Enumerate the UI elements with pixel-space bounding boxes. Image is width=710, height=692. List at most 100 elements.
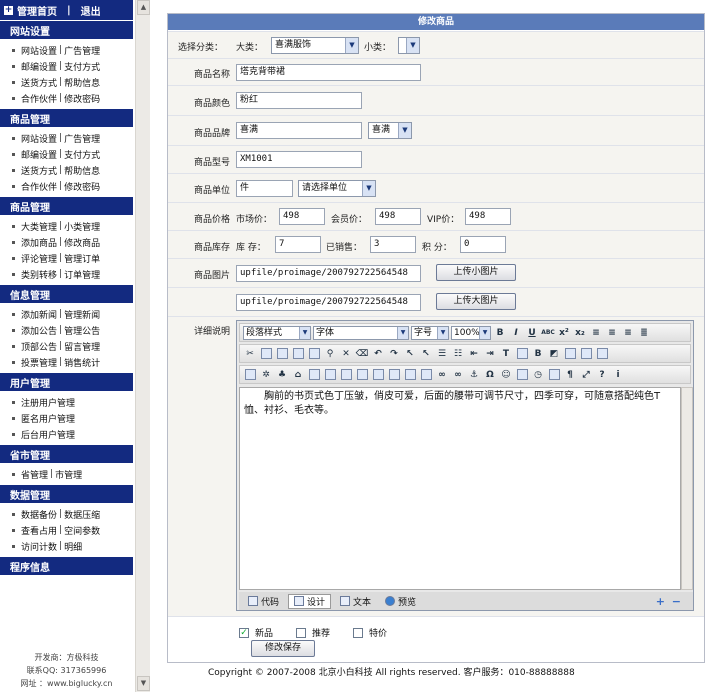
sidebar-link[interactable]: 省管理 [21, 468, 48, 481]
bullet-list-icon[interactable]: ☷ [451, 347, 465, 361]
help-icon[interactable]: ? [595, 368, 609, 382]
font-size-select[interactable]: 字号 ▼ [411, 325, 449, 340]
delete-icon[interactable]: ✕ [339, 347, 353, 361]
sidebar-link[interactable]: 邮编设置 [21, 60, 57, 73]
small-image-path-field[interactable]: upfile/proimage/200792722564548 [236, 265, 421, 282]
time-icon[interactable]: ◷ [531, 368, 545, 382]
sidebar-link[interactable]: 空间参数 [64, 524, 100, 537]
find-icon[interactable]: ⚲ [323, 347, 337, 361]
sidebar-link[interactable]: 修改商品 [64, 236, 100, 249]
points-field[interactable]: 0 [460, 236, 506, 253]
sidebar-link[interactable]: 添加公告 [21, 324, 57, 337]
sidebar-link[interactable]: 评论管理 [21, 252, 57, 265]
tab-design[interactable]: 设计 [288, 593, 332, 609]
section-title-province-mgmt[interactable]: 省市管理 [0, 444, 133, 463]
anchor-icon[interactable]: ⚓ [467, 368, 481, 382]
scroll-up-icon[interactable]: ▲ [137, 0, 150, 15]
form-icon[interactable] [323, 368, 337, 382]
copy-icon[interactable] [259, 347, 273, 361]
section-title-site-settings[interactable]: 网站设置 [0, 20, 133, 39]
scroll-down-icon[interactable]: ▼ [137, 676, 150, 691]
sidebar-link[interactable]: 送货方式 [21, 76, 57, 89]
indent-icon[interactable]: ⇥ [483, 347, 497, 361]
align-center-icon[interactable]: ≡ [605, 326, 619, 340]
market-price-field[interactable]: 498 [279, 208, 325, 225]
sidebar-link[interactable]: 邮编设置 [21, 148, 57, 161]
subscript-icon[interactable]: x₂ [573, 326, 587, 340]
brand-select[interactable]: 喜满 ▼ [368, 122, 412, 139]
flash-icon[interactable]: ✲ [259, 368, 273, 382]
sidebar-link[interactable]: 添加商品 [21, 236, 57, 249]
flag-recommend[interactable]: 推荐 [296, 626, 330, 639]
flag-special[interactable]: 特价 [353, 626, 387, 639]
sidebar-link[interactable]: 管理订单 [64, 252, 100, 265]
product-model-field[interactable]: XM1001 [236, 151, 362, 168]
sidebar-link[interactable]: 小类管理 [64, 220, 100, 233]
zoom-in-icon[interactable]: + [656, 595, 665, 608]
tab-preview[interactable]: 预览 [380, 594, 421, 609]
align-justify-icon[interactable]: ≣ [637, 326, 651, 340]
sidebar-link[interactable]: 后台用户管理 [21, 428, 75, 441]
sidebar-link[interactable]: 数据压缩 [64, 508, 100, 521]
flag-new[interactable]: ✓ 新品 [239, 626, 273, 639]
sidebar-link[interactable]: 修改密码 [64, 180, 100, 193]
marquee-icon[interactable] [371, 368, 385, 382]
info-icon[interactable]: i [611, 368, 625, 382]
break-icon[interactable] [547, 368, 561, 382]
sidebar-link[interactable]: 明细 [64, 540, 82, 553]
highlight-icon[interactable] [515, 347, 529, 361]
small-category-select[interactable]: ▼ [398, 37, 420, 54]
special-char-icon[interactable]: Ω [483, 368, 497, 382]
layer-icon[interactable] [579, 347, 593, 361]
sidebar-link[interactable]: 支付方式 [64, 60, 100, 73]
big-category-select[interactable]: 喜满服饰 ▼ [271, 37, 359, 54]
upload-small-image-button[interactable]: 上传小图片 [436, 264, 516, 281]
paste-text-icon[interactable] [291, 347, 305, 361]
member-price-field[interactable]: 498 [375, 208, 421, 225]
section-title-info-mgmt[interactable]: 信息管理 [0, 284, 133, 303]
sidebar-link[interactable]: 合作伙伴 [21, 92, 57, 105]
sidebar-link[interactable]: 支付方式 [64, 148, 100, 161]
sidebar-link[interactable]: 帮助信息 [64, 164, 100, 177]
bgcolor-icon[interactable]: B [531, 347, 545, 361]
product-unit-field[interactable]: 件 [236, 180, 293, 197]
paste-icon[interactable] [275, 347, 289, 361]
save-button[interactable]: 修改保存 [251, 640, 315, 657]
product-color-field[interactable]: 粉红 [236, 92, 362, 109]
underline-icon[interactable]: U [525, 326, 539, 340]
sidebar-link[interactable]: 大类管理 [21, 220, 57, 233]
link-icon[interactable]: ∞ [435, 368, 449, 382]
superscript-icon[interactable]: x² [557, 326, 571, 340]
tab-code[interactable]: 代码 [243, 594, 284, 609]
product-name-field[interactable]: 塔克背带裙 [236, 64, 421, 81]
font-select[interactable]: 字体 ▼ [313, 325, 409, 340]
sidebar-link[interactable]: 管理新闻 [64, 308, 100, 321]
page-scrollbar[interactable]: ▲ ▼ [135, 0, 150, 692]
home-link[interactable]: 管理首页 [17, 3, 57, 18]
date-icon[interactable] [515, 368, 529, 382]
table-icon[interactable] [307, 368, 321, 382]
align-right-icon[interactable]: ≡ [621, 326, 635, 340]
section-title-data-mgmt[interactable]: 数据管理 [0, 484, 133, 503]
sidebar-link[interactable]: 访问计数 [21, 540, 57, 553]
file-icon[interactable]: ⌂ [291, 368, 305, 382]
frame-icon[interactable] [563, 347, 577, 361]
tab-text[interactable]: 文本 [335, 594, 376, 609]
sidebar-link[interactable]: 合作伙伴 [21, 180, 57, 193]
sidebar-link[interactable]: 广告管理 [64, 132, 100, 145]
undo-icon[interactable]: ↶ [371, 347, 385, 361]
input-icon[interactable] [339, 368, 353, 382]
sidebar-link[interactable]: 添加新闻 [21, 308, 57, 321]
checkbox-recommend[interactable] [296, 627, 306, 638]
media-icon[interactable]: ♣ [275, 368, 289, 382]
sidebar-link[interactable]: 数据备份 [21, 508, 57, 521]
section-title-user-mgmt[interactable]: 用户管理 [0, 372, 133, 391]
product-brand-field[interactable]: 喜满 [236, 122, 362, 139]
logout-link[interactable]: 退出 [81, 3, 101, 18]
button-icon[interactable] [403, 368, 417, 382]
sidebar-link[interactable]: 查看占用 [21, 524, 57, 537]
sidebar-link[interactable]: 广告管理 [64, 44, 100, 57]
outdent-icon[interactable]: ⇤ [467, 347, 481, 361]
big-image-path-field[interactable]: upfile/proimage/200792722564548 [236, 294, 421, 311]
sidebar-link[interactable]: 网站设置 [21, 44, 57, 57]
